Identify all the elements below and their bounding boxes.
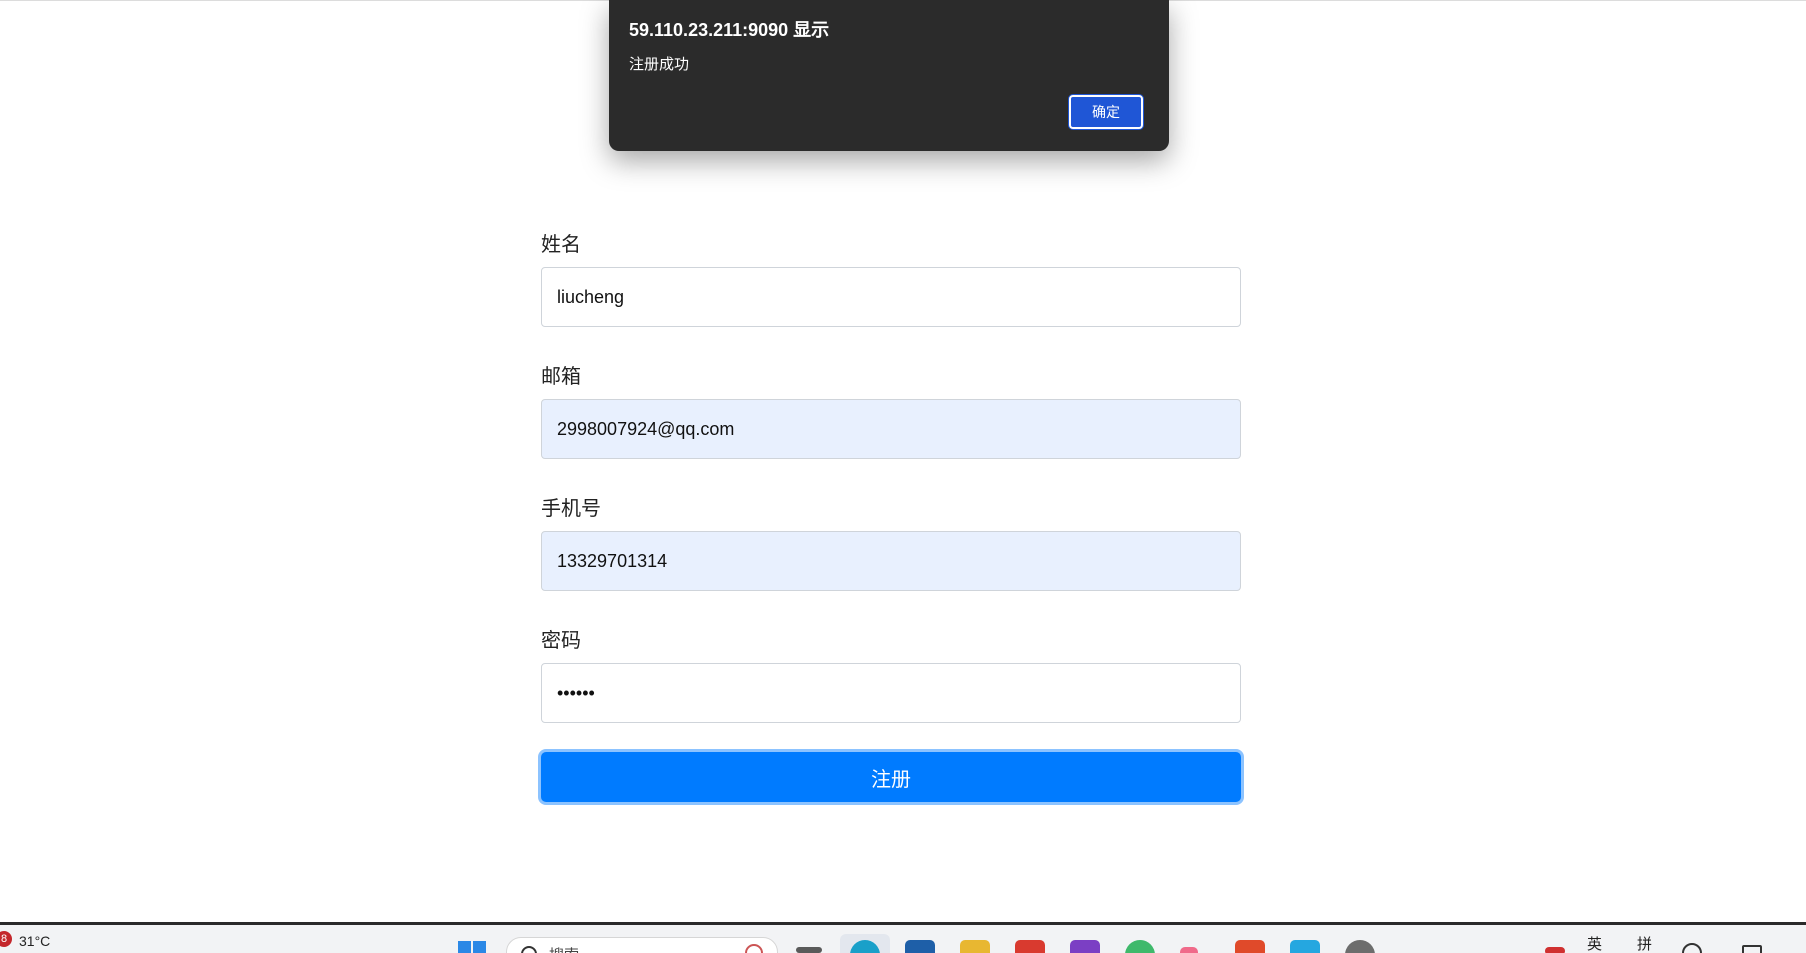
tray-ime[interactable]: 拼 — [1637, 933, 1652, 953]
password-label: 密码 — [541, 628, 581, 652]
taskbar-search-box[interactable]: 搜索 — [506, 937, 778, 953]
phone-input[interactable] — [541, 531, 1241, 591]
globe-icon — [745, 944, 763, 953]
email-input[interactable] — [541, 399, 1241, 459]
app-purple-icon[interactable] — [1070, 940, 1100, 953]
app-red-icon[interactable] — [1015, 940, 1045, 953]
task-view-icon[interactable] — [796, 947, 822, 953]
alert-message: 注册成功 — [629, 55, 690, 73]
page: 姓名 邮箱 手机号 密码 注册 59.110.23.211:9090 显示 注册… — [0, 0, 1806, 953]
tray-app-icon[interactable] — [1545, 947, 1565, 953]
volume-icon[interactable] — [1742, 945, 1762, 953]
chrome-icon[interactable] — [1125, 940, 1155, 953]
tray-language[interactable]: 英 — [1587, 933, 1602, 953]
taskbar: 8 31°C 搜索 英 拼 — [0, 922, 1806, 953]
windows-start-icon[interactable] — [458, 941, 486, 953]
alert-dialog: 59.110.23.211:9090 显示 注册成功 确定 — [609, 0, 1169, 151]
email-label: 邮箱 — [541, 364, 581, 388]
alert-title: 59.110.23.211:9090 显示 — [629, 20, 830, 40]
register-button[interactable]: 注册 — [541, 752, 1241, 802]
settings-gear-icon[interactable] — [1345, 940, 1375, 953]
name-label: 姓名 — [541, 232, 581, 256]
search-icon — [521, 946, 537, 953]
search-placeholder: 搜索 — [549, 944, 579, 953]
weather-temperature[interactable]: 31°C — [19, 933, 50, 949]
name-input[interactable] — [541, 267, 1241, 327]
xmind-icon[interactable] — [1235, 940, 1265, 953]
weather-badge: 8 — [0, 931, 12, 947]
store-icon[interactable] — [905, 940, 935, 953]
password-input[interactable] — [541, 663, 1241, 723]
folder-icon[interactable] — [960, 940, 990, 953]
wifi-icon[interactable] — [1682, 943, 1702, 953]
phone-label: 手机号 — [541, 496, 601, 520]
alert-ok-button[interactable]: 确定 — [1069, 95, 1143, 129]
app-blue-icon[interactable] — [1290, 940, 1320, 953]
app-pink-icon[interactable] — [1180, 947, 1198, 953]
